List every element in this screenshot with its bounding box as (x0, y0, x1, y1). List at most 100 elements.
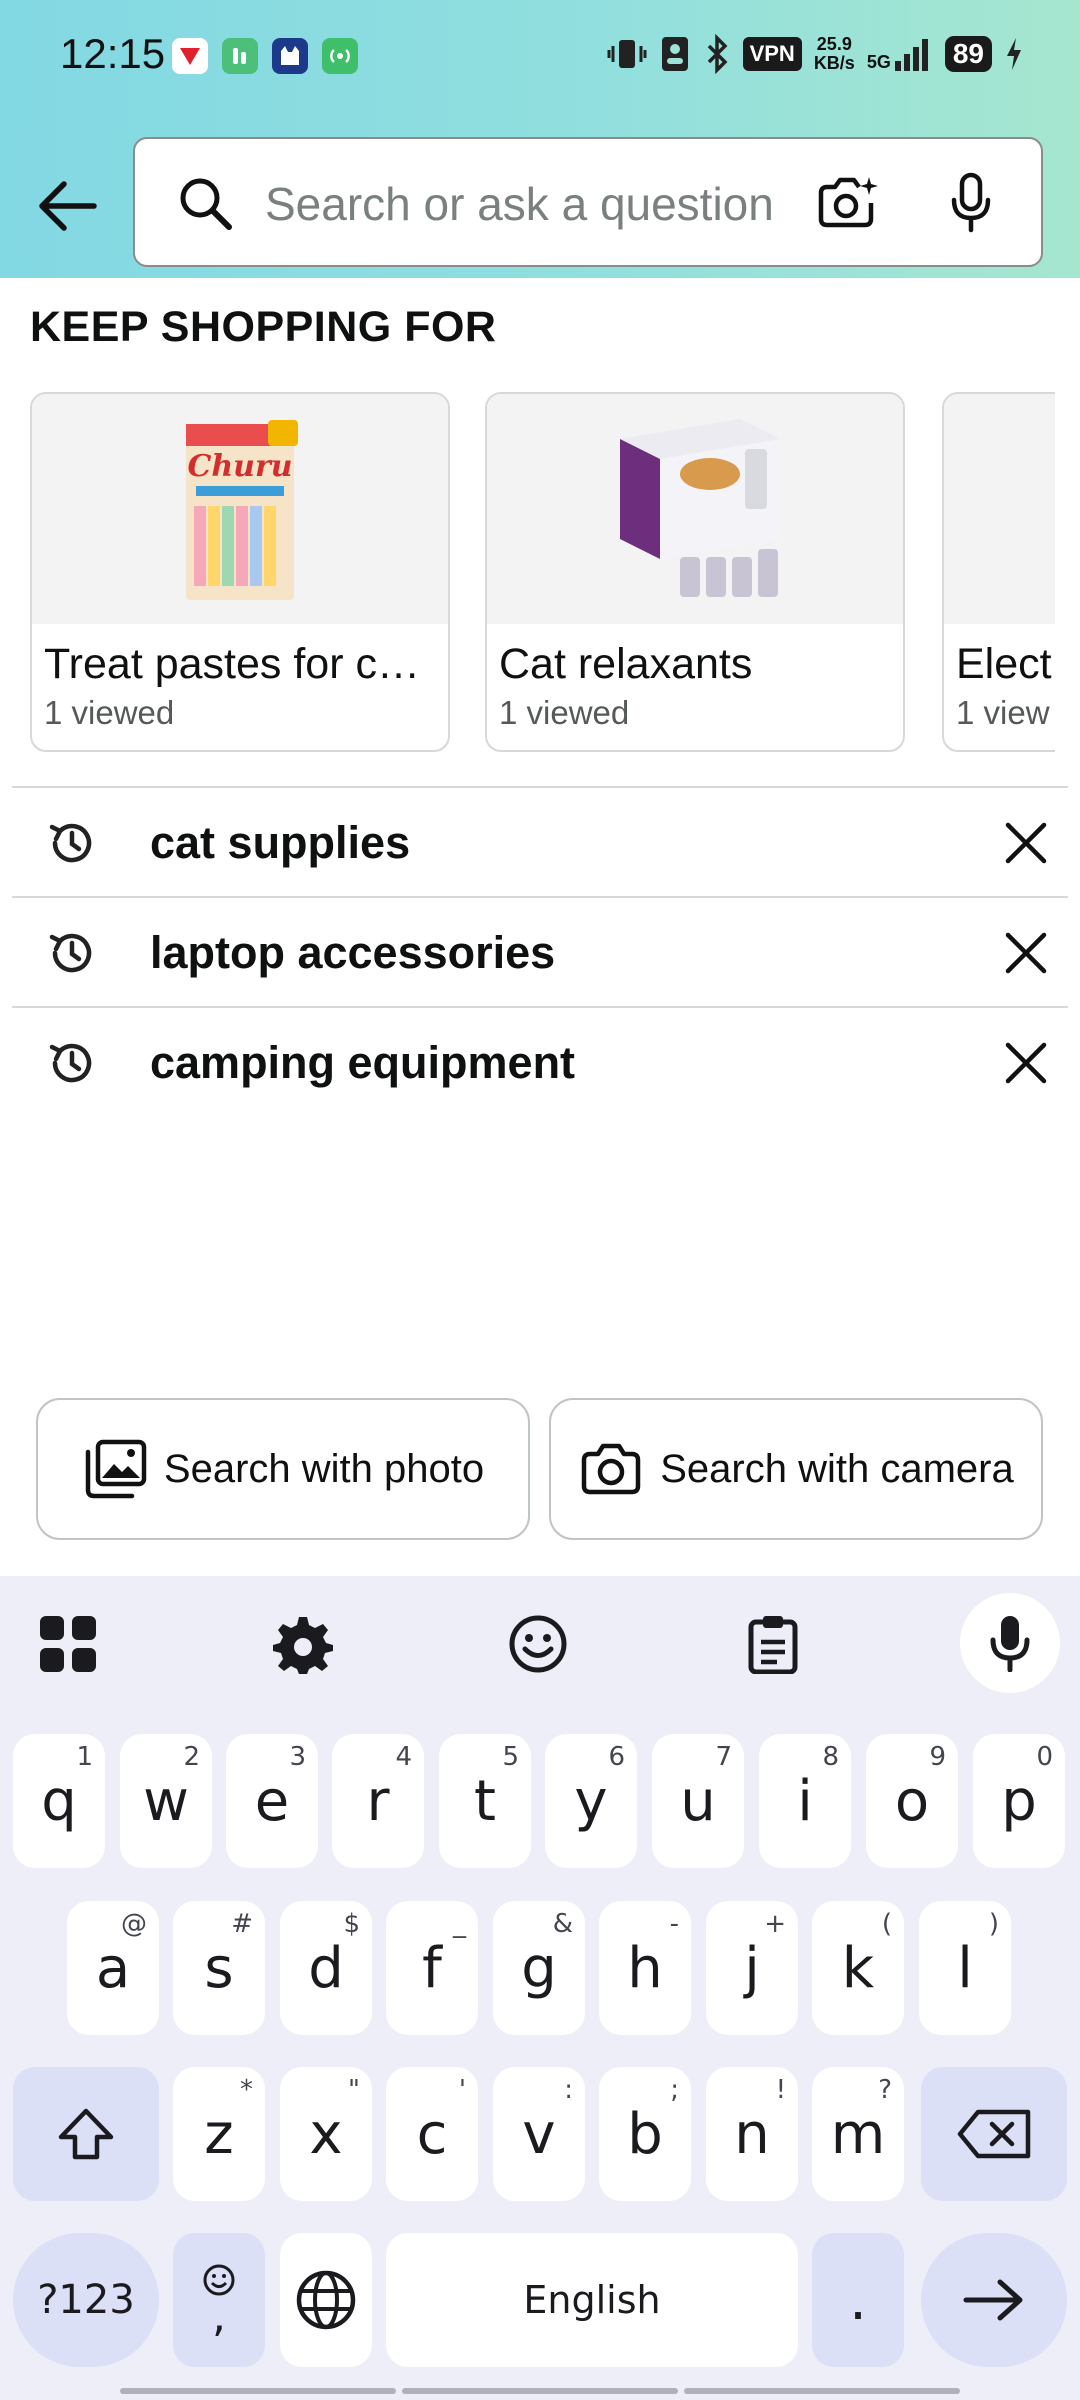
key-y[interactable]: y6 (545, 1734, 637, 1868)
search-with-photo-button[interactable]: Search with photo (36, 1398, 530, 1540)
keyboard-settings-button[interactable] (271, 1612, 335, 1676)
key-label: o (894, 1768, 930, 1834)
key-label: q (41, 1768, 77, 1834)
key-d[interactable]: d $ (280, 1901, 372, 2035)
emoji-button[interactable] (506, 1612, 570, 1676)
card-title: Treat pastes for c… (44, 640, 420, 688)
key-g[interactable]: g & (493, 1901, 585, 2035)
symbols-key[interactable]: ?123 (13, 2233, 159, 2367)
key-label: z (204, 2101, 234, 2167)
key-k[interactable]: k( (812, 1901, 904, 2035)
key-s[interactable]: s # (173, 1901, 265, 2035)
key-w[interactable]: w2 (120, 1734, 212, 1868)
history-item-label[interactable]: cat supplies (150, 817, 410, 869)
key-z[interactable]: z * (173, 2067, 265, 2201)
key-hint: $ (343, 1909, 360, 1939)
nav-segment (684, 2388, 960, 2394)
network-speed-value: 25.9 (816, 34, 852, 54)
keyboard-voice-button[interactable] (960, 1593, 1060, 1693)
key-i[interactable]: i8 (759, 1734, 851, 1868)
product-image (944, 394, 1055, 624)
remove-history-button[interactable] (996, 813, 1056, 873)
key-e[interactable]: e3 (226, 1734, 318, 1868)
key-hint: ' (458, 2075, 466, 2105)
shift-arrow-icon (58, 2108, 114, 2160)
remove-history-button[interactable] (996, 1033, 1056, 1093)
key-label: a (95, 1935, 131, 2001)
space-key[interactable]: English (386, 2233, 798, 2367)
enter-key[interactable] (921, 2233, 1067, 2367)
key-label: t (474, 1768, 496, 1834)
key-r[interactable]: r4 (332, 1734, 424, 1868)
key-b[interactable]: b; (599, 2067, 691, 2201)
key-hint: ? (878, 2075, 892, 2105)
remove-history-button[interactable] (996, 923, 1056, 983)
notification-app-icon-green (222, 38, 258, 74)
keep-shopping-card[interactable]: Elect 1 view (942, 392, 1055, 752)
keep-shopping-carousel[interactable]: Churu Treat pastes for c… 1 viewed Cat r… (30, 392, 1055, 754)
keep-shopping-card[interactable]: Churu Treat pastes for c… 1 viewed (30, 392, 450, 752)
microphone-icon (951, 172, 991, 233)
network-speed-unit: KB/s (813, 53, 855, 73)
history-item-label[interactable]: laptop accessories (150, 927, 555, 979)
voice-search-button[interactable] (935, 167, 1007, 239)
app-header: 12:15 VPN 25.9 KB/s 5G 89 Search or ask … (0, 0, 1080, 278)
key-a[interactable]: a @ (67, 1901, 159, 2035)
search-with-photo-label: Search with photo (163, 1446, 485, 1491)
gesture-navigation-bar[interactable] (120, 2388, 960, 2394)
key-c[interactable]: c ' (386, 2067, 478, 2201)
key-hint: & (552, 1909, 573, 1939)
gear-icon (273, 1617, 333, 1674)
key-m[interactable]: m? (812, 2067, 904, 2201)
key-label: r (366, 1768, 390, 1834)
key-j[interactable]: j + (706, 1901, 798, 2035)
period-key[interactable]: . (812, 2233, 904, 2367)
soft-keyboard: q1 w2 e3 r4 t5 y6 u7 i8 o9 p0 a @ s # d $ f… (0, 1576, 1080, 2400)
keep-shopping-card[interactable]: Cat relaxants 1 viewed (485, 392, 905, 752)
key-label: , (212, 2291, 226, 2342)
history-item[interactable]: laptop accessories (12, 896, 1068, 1006)
key-label: b (627, 2101, 663, 2167)
key-t[interactable]: t5 (439, 1734, 531, 1868)
key-v[interactable]: v: (493, 2067, 585, 2201)
key-x[interactable]: x " (280, 2067, 372, 2201)
key-label: u (680, 1768, 716, 1834)
key-hint: 0 (1036, 1742, 1053, 1772)
globe-icon (296, 2270, 356, 2330)
key-l[interactable]: l) (919, 1901, 1011, 2035)
card-subtitle: 1 view (956, 694, 1050, 731)
search-with-camera-button[interactable]: Search with camera (549, 1398, 1043, 1540)
status-time: 12:15 (60, 30, 166, 77)
search-bar[interactable]: Search or ask a question (133, 137, 1043, 267)
key-label: k (841, 1935, 875, 2001)
key-o[interactable]: o9 (866, 1734, 958, 1868)
back-button[interactable] (30, 168, 106, 244)
key-hint: : (564, 2075, 573, 2105)
backspace-key[interactable] (921, 2067, 1067, 2201)
key-n[interactable]: n! (706, 2067, 798, 2201)
apps-grid-icon (40, 1616, 96, 1672)
history-item[interactable]: cat supplies (12, 786, 1068, 896)
language-key[interactable] (280, 2233, 372, 2367)
key-f[interactable]: f _ (386, 1901, 478, 2035)
emoji-comma-key[interactable]: , (173, 2233, 265, 2367)
status-bar: 12:15 VPN 25.9 KB/s 5G 89 (0, 0, 1080, 110)
notification-icons (172, 38, 358, 74)
clipboard-button[interactable] (741, 1612, 805, 1676)
key-label: h (627, 1935, 663, 2001)
key-q[interactable]: q1 (13, 1734, 105, 1868)
key-hint: # (231, 1909, 253, 1939)
key-hint: 9 (929, 1742, 946, 1772)
key-u[interactable]: u7 (652, 1734, 744, 1868)
keyboard-toolbar (0, 1576, 1080, 1714)
key-p[interactable]: p0 (973, 1734, 1065, 1868)
camera-lens-button[interactable] (811, 167, 883, 239)
history-item-label[interactable]: camping equipment (150, 1037, 575, 1089)
key-label: y (574, 1768, 608, 1834)
backspace-icon (957, 2109, 1031, 2159)
history-item[interactable]: camping equipment (12, 1006, 1068, 1116)
shift-key[interactable] (13, 2067, 159, 2201)
key-h[interactable]: h- (599, 1901, 691, 2035)
apps-grid-button[interactable] (36, 1612, 100, 1676)
search-input[interactable]: Search or ask a question (265, 177, 774, 231)
